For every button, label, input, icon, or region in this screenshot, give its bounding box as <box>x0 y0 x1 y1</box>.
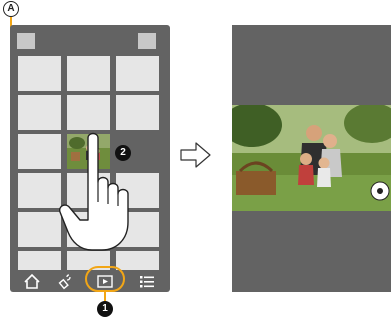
callout-a: A <box>3 1 19 17</box>
home-icon[interactable] <box>23 273 41 290</box>
phone-screen-fullview <box>232 25 391 292</box>
thumbnail-cell[interactable] <box>116 56 159 91</box>
callout-1: 1 <box>97 301 113 317</box>
full-photo[interactable] <box>232 105 391 211</box>
arrow-right-icon <box>180 142 211 168</box>
menu-list-icon[interactable] <box>138 273 156 290</box>
thumbnail-cell[interactable] <box>67 56 110 91</box>
thumbnail-cell[interactable] <box>18 251 61 270</box>
thumbnail-cell[interactable] <box>18 134 61 169</box>
playback-highlight-ring <box>85 266 125 292</box>
thumbnail-cell[interactable] <box>18 212 61 247</box>
phone-screen-thumbnails: 2 <box>10 25 170 292</box>
top-right-tile[interactable] <box>138 33 156 49</box>
family-picnic-photo <box>232 105 391 211</box>
thumbnail-cell[interactable] <box>18 173 61 208</box>
thumbnail-cell[interactable] <box>116 95 159 130</box>
callout-2: 2 <box>115 145 131 161</box>
top-left-tile[interactable] <box>17 33 35 49</box>
thumbnail-cell[interactable] <box>18 95 61 130</box>
thumbnail-cell[interactable] <box>67 95 110 130</box>
wifi-remote-icon[interactable] <box>58 273 76 290</box>
thumbnail-cell[interactable] <box>18 56 61 91</box>
